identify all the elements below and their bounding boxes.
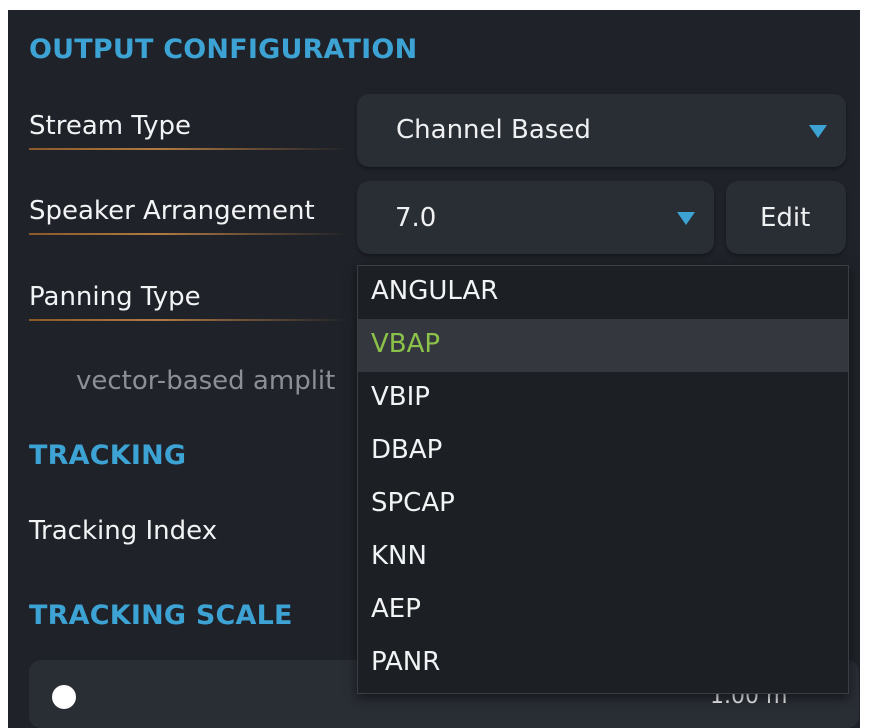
panning-type-dropdown: ANGULAR VBAP VBIP DBAP SPCAP KNN AEP PAN… [357,265,849,694]
stream-type-value: Channel Based [396,115,591,145]
speaker-arrangement-label: Speaker Arrangement [29,196,315,226]
dropdown-option-aep[interactable]: AEP [358,584,848,637]
chevron-down-icon [677,212,695,225]
edit-button[interactable]: Edit [726,181,846,254]
edit-button-label: Edit [760,203,811,233]
tracking-title: TRACKING [29,440,187,471]
panning-type-label: Panning Type [29,282,201,312]
chevron-down-icon [809,125,827,138]
output-configuration-title: OUTPUT CONFIGURATION [29,34,418,65]
dropdown-option-knn[interactable]: KNN [358,531,848,584]
stream-type-select[interactable]: Channel Based [357,94,846,167]
dropdown-option-spcap[interactable]: SPCAP [358,478,848,531]
speaker-arrangement-underline [29,233,349,235]
stream-type-underline [29,148,349,150]
dropdown-option-dbap[interactable]: DBAP [358,425,848,478]
panning-type-underline [29,319,349,321]
panning-type-description: vector-based amplit [76,366,336,396]
speaker-arrangement-value: 7.0 [395,203,437,233]
slider-knob[interactable] [52,685,76,709]
dropdown-option-panr[interactable]: PANR [358,637,848,690]
dropdown-option-vbap[interactable]: VBAP [358,319,848,372]
tracking-index-label: Tracking Index [29,516,218,546]
dropdown-option-vbip[interactable]: VBIP [358,372,848,425]
dropdown-option-angular[interactable]: ANGULAR [358,266,848,319]
tracking-scale-title: TRACKING SCALE [29,600,293,631]
speaker-arrangement-select[interactable]: 7.0 [357,181,714,254]
stream-type-label: Stream Type [29,111,192,141]
